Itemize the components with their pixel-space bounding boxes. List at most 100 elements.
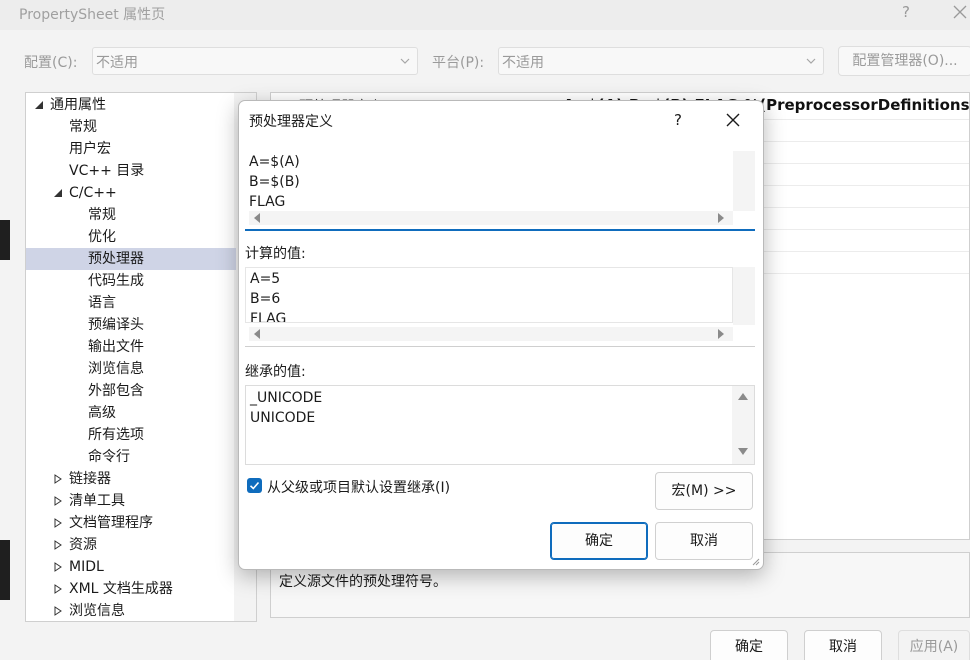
property-tree: 通用属性 常规 用户宏 VC++ 目录 C/C++ 常规 优化 预处理器 代码生成 语言 预编译头输… (25, 92, 257, 622)
dialog-cancel-button[interactable]: 取消 (655, 522, 753, 560)
collapsed-arrow-icon[interactable] (53, 584, 63, 594)
scroll-right-icon[interactable] (717, 213, 725, 223)
dialog-help-button[interactable]: ? (671, 111, 685, 129)
window-title: PropertySheet 属性页 (19, 7, 166, 23)
config-label: 配置(C): (24, 55, 78, 71)
tree-item-label: 优化 (88, 229, 116, 245)
cancel-button[interactable]: 取消 (804, 630, 882, 660)
tree-item-label: 预处理器 (88, 251, 144, 267)
tree-item-label: XML 文档生成器 (69, 581, 173, 597)
background-editor-strip-lower (0, 540, 10, 600)
tree-item-label: 所有选项 (88, 427, 144, 443)
checkmark-icon (249, 481, 260, 490)
tree-item[interactable]: 链接器 (26, 468, 236, 490)
collapsed-arrow-icon[interactable] (53, 540, 63, 550)
scroll-right-icon[interactable] (717, 329, 725, 339)
dialog-ok-button[interactable]: 确定 (550, 522, 648, 560)
tree-item[interactable]: 代码生成 (26, 270, 236, 292)
apply-button[interactable]: 应用(A) (898, 630, 970, 660)
inherit-checkbox[interactable] (247, 478, 262, 493)
computed-vscroll[interactable] (733, 267, 755, 325)
platform-label: 平台(P): (432, 55, 485, 71)
tree-item[interactable]: 优化 (26, 226, 236, 248)
inherited-values-text: _UNICODE UNICODE (250, 390, 323, 426)
definitions-text[interactable]: A=$(A) B=$(B) FLAG (249, 152, 300, 211)
tree-item-label: 语言 (88, 295, 116, 311)
tree-item-label: MIDL (69, 559, 104, 575)
config-manager-button[interactable]: 配置管理器(O)... (838, 46, 970, 76)
tree-item[interactable]: 浏览信息 (26, 358, 236, 380)
scroll-down-icon[interactable] (738, 448, 748, 456)
tree-item[interactable]: 输出文件 (26, 336, 236, 358)
tree-item[interactable]: 语言 (26, 292, 236, 314)
tree-item[interactable]: 外部包含 (26, 380, 236, 402)
tree-item[interactable]: 用户宏 (26, 138, 236, 160)
tree-item-label: 通用属性 (50, 97, 106, 113)
definitions-hscroll[interactable] (249, 211, 733, 225)
tree-item[interactable]: 预处理器 (26, 248, 236, 270)
tree-item-label: 用户宏 (69, 141, 111, 157)
tree-item[interactable]: C/C++ (26, 182, 236, 204)
help-button[interactable]: ? (898, 3, 914, 21)
definitions-editor[interactable]: A=$(A) B=$(B) FLAG (245, 151, 755, 231)
tree-item[interactable]: 资源 (26, 534, 236, 556)
tree-item-label: 资源 (69, 537, 97, 553)
tree-item[interactable]: 预编译头 (26, 314, 236, 336)
ok-button[interactable]: 确定 (710, 630, 788, 660)
collapsed-arrow-icon[interactable] (53, 496, 63, 506)
scroll-up-icon[interactable] (738, 392, 748, 400)
config-dropdown[interactable]: 不适用 (92, 47, 418, 75)
collapsed-arrow-icon[interactable] (53, 518, 63, 528)
tree-item-label: 文档管理程序 (69, 515, 153, 531)
expanded-arrow-icon[interactable] (34, 100, 44, 110)
tree-item[interactable]: 清单工具 (26, 490, 236, 512)
inherit-checkbox-label[interactable]: 从父级或项目默认设置继承(I) (267, 477, 450, 497)
macros-button[interactable]: 宏(M) >> (655, 472, 753, 510)
title-bar: PropertySheet 属性页 ? (0, 0, 970, 30)
tree-item[interactable]: VC++ 目录 (26, 160, 236, 182)
tree-item-label: C/C++ (69, 185, 117, 201)
dialog-title: 预处理器定义 (249, 114, 333, 130)
collapsed-arrow-icon[interactable] (53, 562, 63, 572)
platform-dropdown[interactable]: 不适用 (498, 47, 824, 75)
tree-item[interactable]: 高级 (26, 402, 236, 424)
chevron-down-icon (400, 58, 410, 64)
tree-item[interactable]: 文档管理程序 (26, 512, 236, 534)
computed-values-box: A=5 B=6 FLAG (245, 267, 755, 347)
tree-item[interactable]: 命令行 (26, 446, 236, 468)
description-text: 定义源文件的预处理符号。 (279, 574, 447, 590)
tree-item[interactable]: MIDL (26, 556, 236, 578)
tree-item-label: 代码生成 (88, 273, 144, 289)
tree-item[interactable]: 通用属性 (26, 94, 236, 116)
tree-item[interactable]: 常规 (26, 116, 236, 138)
tree-item-label: 命令行 (88, 449, 130, 465)
tree-item-label: 常规 (69, 119, 97, 135)
tree-item-label: 浏览信息 (88, 361, 144, 377)
chevron-down-icon (806, 58, 816, 64)
scroll-left-icon[interactable] (253, 329, 261, 339)
resize-grip-icon[interactable] (750, 556, 760, 566)
scroll-left-icon[interactable] (253, 213, 261, 223)
tree-item-label: 外部包含 (88, 383, 144, 399)
inherited-values-box: _UNICODE UNICODE (245, 385, 755, 465)
inherited-vscroll[interactable] (732, 386, 754, 464)
config-value: 不适用 (96, 55, 138, 71)
computed-values-label: 计算的值: (245, 246, 306, 262)
tree-item-label: 常规 (88, 207, 116, 223)
tree-item[interactable]: 常规 (26, 204, 236, 226)
close-icon[interactable] (950, 1, 970, 23)
background-editor-strip (0, 220, 10, 260)
close-icon[interactable] (725, 112, 741, 128)
tree-item[interactable]: 浏览信息 (26, 600, 236, 621)
tree-item[interactable]: 所有选项 (26, 424, 236, 446)
tree-item-label: 输出文件 (88, 339, 144, 355)
tree-item-label: 浏览信息 (69, 603, 125, 619)
tree-item-label: 清单工具 (69, 493, 125, 509)
tree-item[interactable]: XML 文档生成器 (26, 578, 236, 600)
collapsed-arrow-icon[interactable] (53, 474, 63, 484)
expanded-arrow-icon[interactable] (53, 188, 63, 198)
computed-hscroll[interactable] (249, 327, 733, 341)
collapsed-arrow-icon[interactable] (53, 606, 63, 616)
tree-item-label: 高级 (88, 405, 116, 421)
definitions-vscroll[interactable] (733, 151, 755, 211)
